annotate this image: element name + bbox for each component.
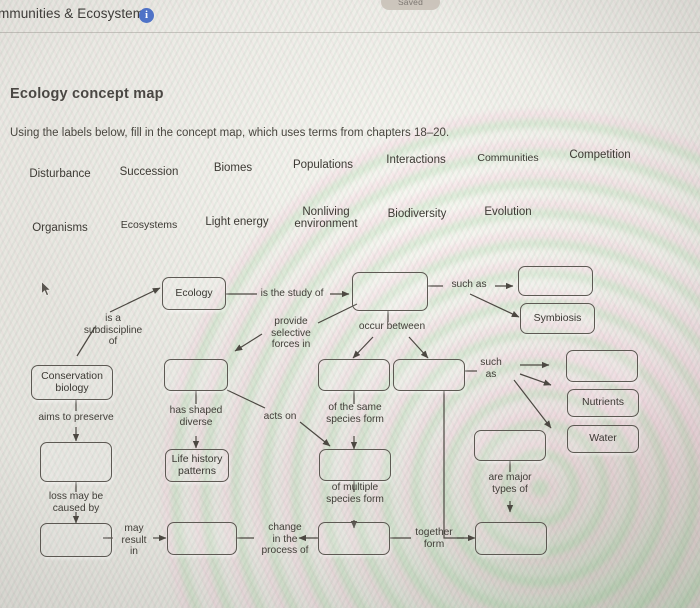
node-blank-same-species-source[interactable]: [318, 359, 390, 391]
node-blank-such-as-lower-1[interactable]: [566, 350, 638, 382]
edge-label-is-a-subdiscipline-of: is a subdiscipline of: [83, 313, 143, 347]
edge-label-may-result-in: may result in: [121, 523, 147, 557]
node-blank-result-in-target[interactable]: [167, 522, 237, 555]
node-blank-study-of-target[interactable]: [352, 272, 428, 311]
node-blank-selective-forces[interactable]: [164, 359, 228, 391]
edge-label-are-major-types-of: are major types of: [488, 472, 532, 495]
node-blank-such-as-lower-source[interactable]: [393, 359, 465, 391]
edge-label-such-as-lower: such as: [480, 357, 502, 380]
node-ecology[interactable]: Ecology: [162, 277, 226, 310]
edge-label-has-shaped-diverse: has shaped diverse: [169, 405, 223, 428]
concept-map: Ecology Symbiosis Conservation biology N…: [0, 0, 700, 608]
edge-label-loss-may-be-caused-by: loss may be caused by: [48, 491, 104, 514]
edge-label-of-multiple-species-form: of multiple species form: [326, 482, 384, 505]
edge-label-together-form: together form: [415, 527, 453, 550]
edge-label-such-as-top: such as: [451, 279, 487, 290]
edge-label-provide-selective-forces-in: provide selective forces in: [271, 316, 311, 350]
edge-label-of-the-same-species-form: of the same species form: [326, 402, 384, 425]
node-blank-multiple-species-form[interactable]: [318, 522, 390, 555]
edge-label-aims-to-preserve: aims to preserve: [38, 412, 114, 423]
node-blank-loss-caused-by[interactable]: [40, 523, 112, 557]
node-water[interactable]: Water: [567, 425, 639, 453]
node-life-history-patterns[interactable]: Life history patterns: [165, 449, 229, 482]
edge-label-change-in-the-process-of: change in the process of: [261, 522, 309, 556]
edge-label-is-the-study-of: is the study of: [260, 288, 324, 299]
node-nutrients[interactable]: Nutrients: [567, 389, 639, 417]
node-blank-major-types-source[interactable]: [474, 430, 546, 461]
node-blank-same-species-form[interactable]: [319, 449, 391, 481]
node-symbiosis[interactable]: Symbiosis: [520, 303, 595, 334]
node-conservation-biology[interactable]: Conservation biology: [31, 365, 113, 400]
node-blank-such-as-top[interactable]: [518, 266, 593, 296]
concept-map-connectors: [72, 282, 552, 542]
node-blank-together-form[interactable]: [475, 522, 547, 555]
edge-label-acts-on: acts on: [263, 411, 297, 422]
node-blank-preserve-target[interactable]: [40, 442, 112, 482]
mouse-cursor: [41, 281, 52, 297]
edge-label-occur-between: occur between: [358, 321, 426, 332]
